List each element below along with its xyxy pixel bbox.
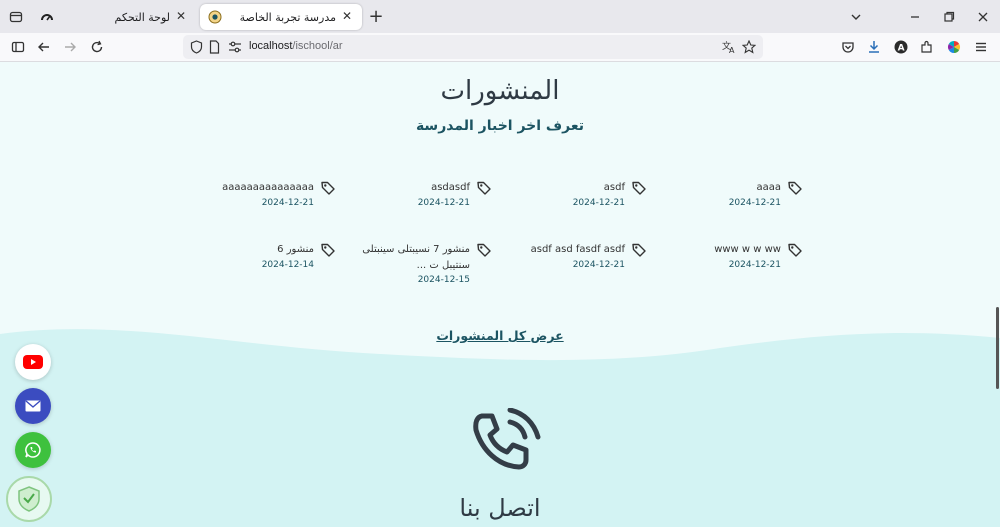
tab-school[interactable]: مدرسة تجربة الخاصة ✕ — [200, 4, 362, 30]
tab-title: مدرسة تجربة الخاصة — [239, 10, 336, 24]
app-menu-icon[interactable] — [970, 36, 992, 58]
email-button[interactable] — [15, 388, 51, 424]
post-date: 2024-12-21 — [728, 260, 781, 270]
url-path: /ischool/ar — [292, 40, 343, 52]
tag-icon — [477, 181, 491, 195]
post-title[interactable]: aaaa — [643, 180, 781, 195]
dashboard-gauge-icon — [41, 14, 53, 21]
svg-text:A: A — [898, 44, 905, 54]
account-avatar-icon[interactable]: A — [890, 36, 912, 58]
page-scrollbar[interactable] — [996, 307, 999, 389]
translate-icon[interactable]: 文A — [722, 40, 736, 54]
youtube-button[interactable] — [15, 344, 51, 380]
url-text[interactable]: localhost/ischool/ar — [249, 40, 343, 52]
tab-dashboard[interactable]: لوحة التحكم ✕ — [32, 4, 196, 30]
post-date: 2024-12-21 — [728, 198, 781, 208]
close-tab-icon[interactable]: ✕ — [174, 9, 188, 23]
tag-icon — [477, 243, 491, 257]
post-date: 2024-12-21 — [261, 198, 314, 208]
maximize-button[interactable] — [938, 6, 960, 28]
contact-us-heading: اتصل بنا — [459, 494, 541, 522]
post-item[interactable]: asdf 2024-12-21 — [487, 180, 647, 224]
post-item[interactable]: www w w ww 2024-12-21 — [643, 242, 803, 286]
page-content: المنشورات تعرف اخر اخبار المدرسة aaaa 20… — [0, 62, 1000, 527]
back-arrow-icon[interactable] — [33, 36, 55, 58]
svg-text:A: A — [729, 46, 735, 54]
close-tab-icon[interactable]: ✕ — [340, 9, 354, 23]
shield-logo-icon — [18, 486, 40, 512]
tag-icon — [321, 243, 335, 257]
post-date: 2024-12-21 — [572, 198, 625, 208]
post-item[interactable]: aaaaaaaaaaaaaaa 2024-12-21 — [176, 180, 336, 224]
shield-icon[interactable] — [190, 40, 203, 54]
tag-icon — [788, 181, 802, 195]
post-title[interactable]: منشور 7 نسيبتلى سينبتلى سنتيبل ت ... — [360, 242, 470, 274]
post-date: 2024-12-15 — [417, 275, 470, 285]
downloads-icon[interactable] — [863, 36, 885, 58]
url-host: localhost — [249, 40, 293, 52]
pocket-icon[interactable] — [837, 36, 859, 58]
tag-icon — [632, 181, 646, 195]
post-date: 2024-12-21 — [417, 198, 470, 208]
post-item[interactable]: منشور 6 2024-12-14 — [176, 242, 336, 286]
post-date: 2024-12-21 — [572, 260, 625, 270]
new-tab-button[interactable]: + — [365, 5, 387, 27]
extensions-puzzle-icon[interactable] — [916, 36, 938, 58]
posts-subheading: تعرف اخر اخبار المدرسة — [415, 118, 585, 134]
post-item[interactable]: asdasdf 2024-12-21 — [332, 180, 492, 224]
envelope-icon — [25, 400, 41, 412]
view-all-posts-link[interactable]: عرض كل المنشورات — [436, 328, 563, 343]
address-bar[interactable]: localhost/ischool/ar 文A — [183, 35, 763, 59]
post-title[interactable]: asdasdf — [332, 180, 470, 195]
youtube-icon — [23, 355, 43, 369]
connection-settings-icon[interactable] — [228, 41, 242, 53]
post-date: 2024-12-14 — [261, 260, 314, 270]
forward-arrow-icon[interactable] — [59, 36, 81, 58]
posts-heading: المنشورات — [440, 76, 560, 106]
post-title[interactable]: منشور 6 — [176, 242, 314, 257]
browser-tab-bar: لوحة التحكم ✕ مدرسة تجربة الخاصة ✕ + — [0, 0, 1000, 33]
tag-icon — [321, 181, 335, 195]
sidebar-toggle-icon[interactable] — [7, 36, 29, 58]
phone-call-icon — [473, 408, 541, 470]
post-title[interactable]: asdf asd fasdf asdf — [487, 242, 625, 257]
tab-list-chevron-icon[interactable] — [845, 6, 867, 28]
reload-icon[interactable] — [86, 36, 108, 58]
post-item[interactable]: منشور 7 نسيبتلى سينبتلى سنتيبل ت ... 202… — [332, 242, 492, 294]
tag-icon — [788, 243, 802, 257]
tab-overview-icon[interactable] — [5, 6, 27, 28]
minimize-button[interactable] — [904, 6, 926, 28]
bookmark-star-icon[interactable] — [742, 40, 756, 54]
school-badge-button[interactable] — [6, 476, 52, 522]
color-wheel-icon[interactable] — [943, 36, 965, 58]
post-title[interactable]: www w w ww — [643, 242, 781, 257]
all-posts-container: عرض كل المنشورات — [0, 325, 1000, 344]
whatsapp-button[interactable] — [15, 432, 51, 468]
whatsapp-icon — [25, 442, 41, 458]
browser-nav-bar: localhost/ischool/ar 文A A — [0, 33, 1000, 62]
post-title[interactable]: asdf — [487, 180, 625, 195]
school-logo-icon — [208, 10, 222, 24]
page-icon[interactable] — [209, 40, 220, 54]
post-title[interactable]: aaaaaaaaaaaaaaa — [176, 180, 314, 195]
tag-icon — [632, 243, 646, 257]
post-item[interactable]: asdf asd fasdf asdf 2024-12-21 — [487, 242, 647, 286]
tab-title: لوحة التحكم — [114, 10, 170, 24]
post-item[interactable]: aaaa 2024-12-21 — [643, 180, 803, 224]
close-window-button[interactable] — [972, 6, 994, 28]
